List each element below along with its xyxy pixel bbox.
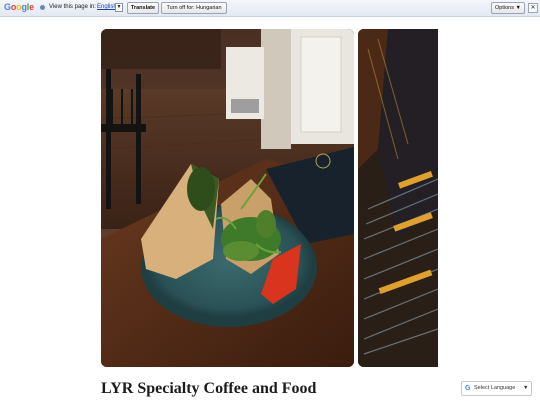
translate-prompt: View this page in: <box>49 4 96 10</box>
turn-off-button[interactable]: Turn off for: Hungarian <box>161 2 227 14</box>
google-g-icon: G <box>465 385 471 392</box>
menu-image <box>358 29 438 367</box>
post-title[interactable]: LYR Specialty Coffee and Food <box>101 380 316 398</box>
google-logo: Google <box>4 2 34 12</box>
language-dropdown-arrow[interactable]: ▼ <box>115 3 123 12</box>
info-icon <box>40 5 45 10</box>
google-translate-bar: Google View this page in: English ▼ Tran… <box>0 0 540 17</box>
wrap-sandwich-photo[interactable] <box>101 29 354 367</box>
close-icon[interactable]: ✕ <box>528 3 538 13</box>
chevron-down-icon: ▼ <box>523 385 529 391</box>
menu-photo[interactable] <box>358 29 438 367</box>
language-link[interactable]: English <box>97 4 117 10</box>
select-language-label: Select Language <box>474 385 516 391</box>
translate-button[interactable]: Translate <box>127 2 159 14</box>
wrap-sandwich-image <box>101 29 354 367</box>
options-button[interactable]: Options ▼ <box>491 2 525 14</box>
select-language-widget[interactable]: G Select Language ▼ <box>461 381 532 396</box>
